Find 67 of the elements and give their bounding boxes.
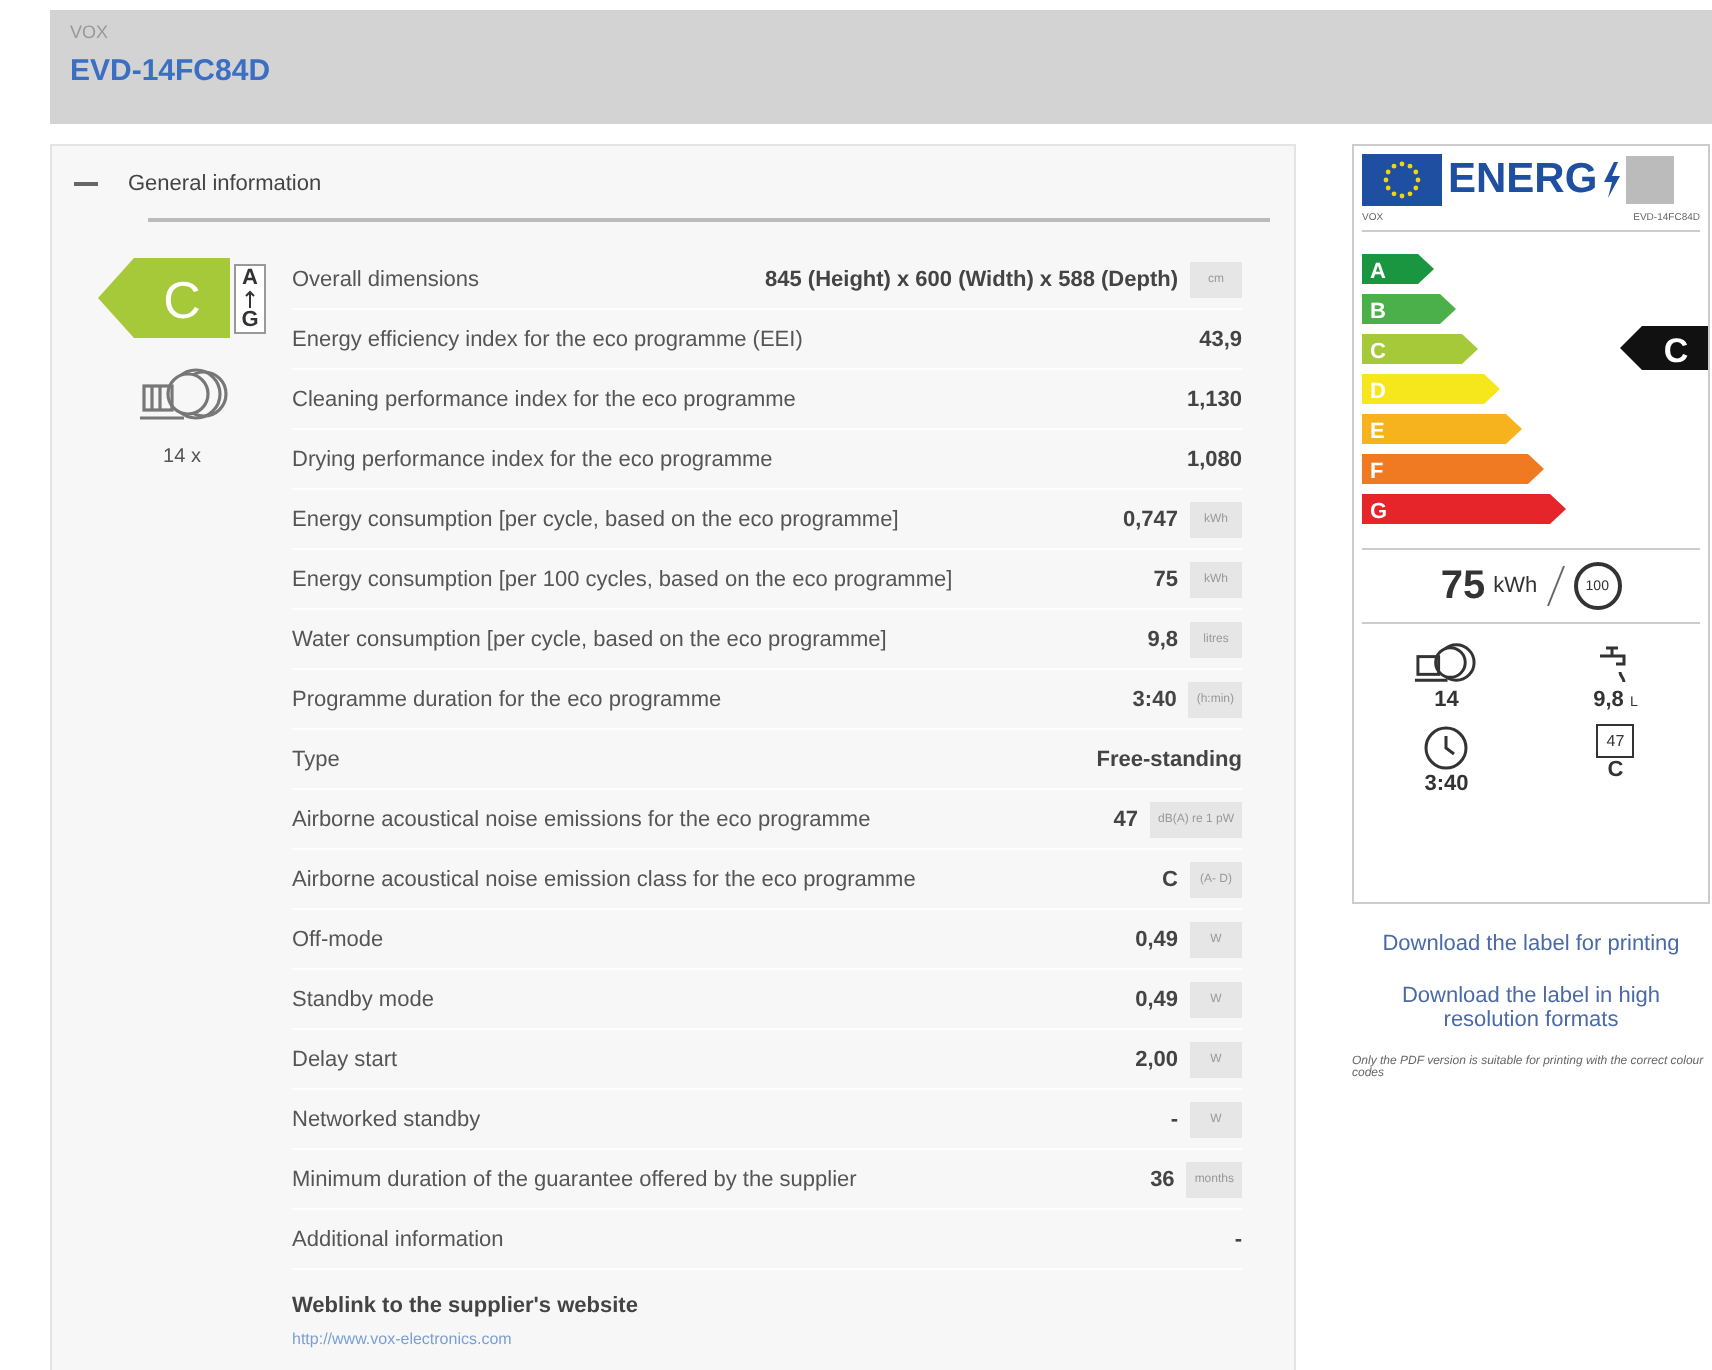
row-value: - — [1234, 1227, 1242, 1251]
clock-icon — [1422, 724, 1471, 772]
row-value: 0,49 — [1135, 987, 1178, 1011]
capacity-text: 14 x — [163, 446, 201, 468]
row-label: Airborne acoustical noise emission class for the eco programme — [292, 867, 918, 891]
row-label: Airborne acoustical noise emissions for the eco programme — [292, 807, 873, 831]
row-label: Drying performance index for the eco programme — [292, 447, 775, 471]
download-link[interactable]: Download the label in high resolution formats — [1352, 984, 1710, 1032]
row-value: 1,080 — [1186, 447, 1242, 471]
capacity-value: 14 — [1434, 688, 1459, 712]
row-label: Minimum duration of the guarantee offered by the supplier — [292, 1167, 859, 1191]
energy-value: 75 — [1440, 563, 1486, 609]
row-label: Additional information — [292, 1227, 506, 1251]
row-label: Energy efficiency index for the eco programme (EEI) — [292, 327, 805, 351]
row-label: Type — [292, 747, 342, 771]
energy-class-bar: D — [1362, 373, 1500, 403]
row-value: 0,747 — [1122, 507, 1178, 531]
row-label: Off-mode — [292, 927, 386, 951]
row-value: 43,9 — [1199, 327, 1242, 351]
energy-logo-text: ENERG — [1448, 156, 1598, 204]
row-value: - — [1170, 1107, 1178, 1131]
scale-letter: A — [242, 265, 258, 289]
slash-icon — [1545, 564, 1566, 608]
row-value: 36 — [1150, 1167, 1175, 1191]
weblink-title: Weblink to the supplier's website — [292, 1294, 640, 1318]
download-link[interactable]: Download the label for printing — [1352, 932, 1710, 956]
lightning-icon — [1603, 162, 1620, 198]
duration-value: 3:40 — [1424, 772, 1469, 796]
row-label: Standby mode — [292, 987, 436, 1011]
energy-class-bar: F — [1362, 453, 1544, 483]
energy-class-bar: A — [1362, 253, 1434, 283]
eu-flag-icon — [1362, 154, 1442, 206]
row-value: 845 (Height) x 600 (Width) x 588 (Depth) — [765, 267, 1178, 291]
dishes-icon — [136, 366, 228, 426]
row-label: Overall dimensions — [292, 267, 482, 291]
row-label: Programme duration for the eco programme — [292, 687, 724, 711]
row-value: 0,49 — [1135, 927, 1178, 951]
energy-class-bar: C — [1362, 333, 1478, 363]
row-label: Delay start — [292, 1047, 400, 1071]
dishes-icon — [1412, 640, 1481, 688]
energy-class-arrow: C — [98, 258, 230, 338]
noise-badge: 47 — [1596, 724, 1635, 758]
row-value: 1,130 — [1186, 387, 1242, 411]
noise-class: C — [1607, 758, 1624, 782]
energy-class-bar: E — [1362, 413, 1522, 443]
rating-arrow: C — [1620, 326, 1708, 370]
row-value: 47 — [1113, 807, 1138, 831]
model-name: EVD-14FC84D — [70, 54, 273, 88]
row-label: Water consumption [per cycle, based on the eco programme] — [292, 627, 889, 651]
supplier-name: VOX — [70, 22, 111, 42]
row-label: Energy consumption [per 100 cycles, based on the eco programme] — [292, 567, 955, 591]
row-value: 3:40 — [1132, 687, 1177, 711]
energy-class-bar: B — [1362, 293, 1456, 323]
row-value: C — [1162, 867, 1178, 891]
row-value: Free-standing — [1096, 747, 1242, 771]
row-label: Networked standby — [292, 1107, 483, 1131]
scale-letter: G — [241, 307, 259, 331]
energy-class-bar: G — [1362, 493, 1566, 523]
row-label: Cleaning performance index for the eco programme — [292, 387, 798, 411]
row-value: 2,00 — [1135, 1047, 1178, 1071]
section-title: General information — [128, 172, 322, 196]
row-value: 75 — [1153, 567, 1178, 591]
energy-unit: kWh — [1493, 574, 1538, 598]
up-arrow-icon — [244, 289, 256, 307]
row-label: Energy consumption [per cycle, based on the eco programme] — [292, 507, 901, 531]
row-value: 9,8 — [1147, 627, 1178, 651]
qr-code-placeholder — [1625, 156, 1674, 204]
